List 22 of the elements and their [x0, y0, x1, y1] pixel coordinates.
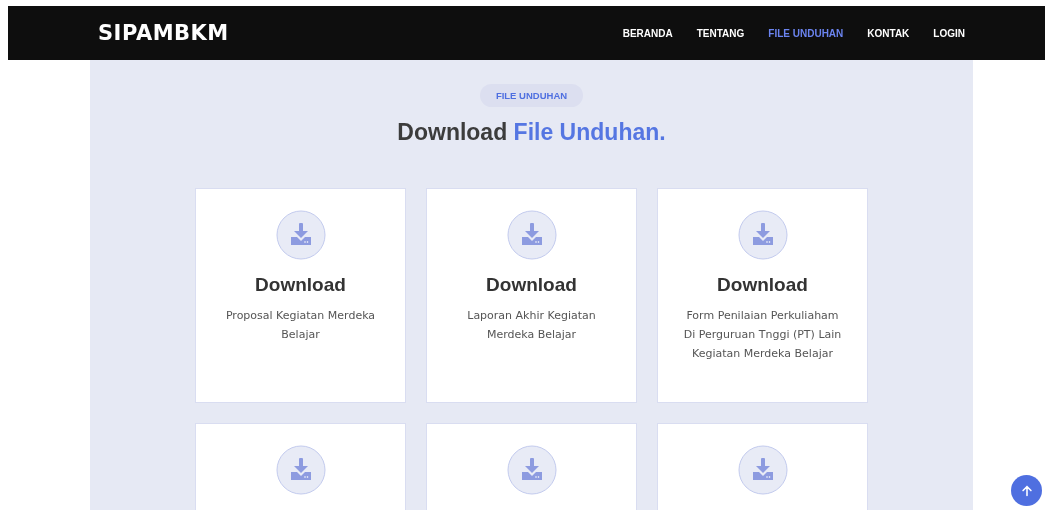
nav-link[interactable]: KONTAK: [867, 27, 910, 39]
card-description: Laporan Akhir Kegiatan Merdeka Belajar: [466, 308, 597, 343]
nav-link[interactable]: BERANDA: [622, 27, 673, 39]
download-icon[interactable]: [737, 210, 788, 260]
download-icon[interactable]: [737, 445, 788, 495]
arrow-up-icon: [1019, 483, 1034, 498]
card-title: Download: [486, 274, 577, 296]
nav-link[interactable]: FILE UNDUHAN: [768, 27, 844, 39]
card-title: Download: [717, 274, 808, 296]
download-icon[interactable]: [506, 210, 557, 260]
download-icon[interactable]: [275, 210, 326, 260]
card-description: Proposal Kegiatan Merdeka Belajar: [224, 308, 377, 343]
download-icon[interactable]: [506, 445, 557, 495]
brand-logo[interactable]: SIPAMBKM: [98, 21, 229, 45]
download-icon[interactable]: [275, 445, 326, 495]
back-to-top-button[interactable]: [1011, 475, 1042, 506]
card-description: Form Penilaian Perkuliaham Di Perguruan Tnggi (PT) Lain Kegiatan Merdeka Belajar: [682, 308, 843, 362]
section-heading: Download File Unduhan.: [397, 119, 666, 146]
nav-link[interactable]: TENTANG: [696, 27, 745, 39]
nav-link[interactable]: LOGIN: [933, 27, 965, 39]
card-title: Download: [255, 274, 346, 296]
section-badge: FILE UNDUHAN: [479, 84, 584, 107]
